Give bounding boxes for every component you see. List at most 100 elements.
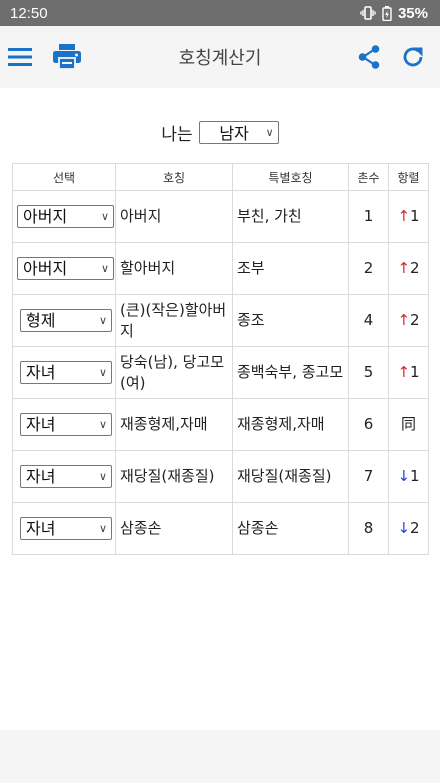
vibrate-icon <box>360 6 376 20</box>
relation-select-value: 자녀 <box>26 415 56 434</box>
generation-cell: ↓1 <box>388 450 429 503</box>
printer-icon <box>53 44 81 70</box>
chevron-down-icon: ∨ <box>100 210 109 223</box>
relation-select[interactable]: 아버지 ∨ <box>17 205 114 228</box>
degree-cell: 2 <box>348 242 389 295</box>
hamburger-menu-icon <box>8 48 32 66</box>
generation-level: 2 <box>410 311 420 329</box>
degree-cell: 5 <box>348 346 389 399</box>
gender-select[interactable]: 남자 ∨ <box>198 120 279 144</box>
special-title-cell: 재당질(재종질) <box>232 450 349 503</box>
degree-cell: 8 <box>348 502 389 555</box>
special-title-cell: 종조 <box>232 294 349 347</box>
gender-row: 나는 남자 ∨ <box>0 118 440 146</box>
title-cell: 당숙(남), 당고모(여) <box>115 346 233 399</box>
battery-level: 35% <box>397 4 428 22</box>
share-button[interactable] <box>355 26 383 88</box>
status-bar: 12:50 35% <box>0 0 440 26</box>
title-cell: 삼종손 <box>115 502 233 555</box>
relation-select-cell: 자녀 ∨ <box>12 346 116 399</box>
relation-select[interactable]: 자녀 ∨ <box>20 465 112 488</box>
generation-cell: ↑1 <box>388 346 429 399</box>
down-arrow-icon: ↓ <box>397 467 411 485</box>
generation-cell: ↑2 <box>388 294 429 347</box>
main-content: 나는 남자 ∨ 선택 호칭 특별호칭 촌수 항렬 아버지 ∨ 아버지 부친, 가… <box>0 88 440 730</box>
degree-cell: 6 <box>348 398 389 451</box>
chevron-down-icon: ∨ <box>98 314 107 327</box>
table-row: 아버지 ∨ 아버지 부친, 가친 1 ↑1 <box>12 190 429 243</box>
header-direction: 항렬 <box>388 163 429 191</box>
special-title-cell: 삼종손 <box>232 502 349 555</box>
refresh-icon <box>403 47 423 67</box>
generation-cell: 同 <box>388 398 429 451</box>
chevron-down-icon: ∨ <box>98 470 107 483</box>
generation-level: 同 <box>400 415 416 433</box>
special-title-cell: 종백숙부, 종고모 <box>232 346 349 399</box>
up-arrow-icon: ↑ <box>397 311 411 329</box>
relation-select[interactable]: 아버지 ∨ <box>17 257 114 280</box>
battery-icon <box>382 5 392 21</box>
relation-select[interactable]: 자녀 ∨ <box>20 517 112 540</box>
degree-cell: 7 <box>348 450 389 503</box>
relation-select-cell: 자녀 ∨ <box>12 450 116 503</box>
relation-select-cell: 자녀 ∨ <box>12 398 116 451</box>
generation-cell: ↓2 <box>388 502 429 555</box>
degree-cell: 1 <box>348 190 389 243</box>
generation-level: 1 <box>410 467 420 485</box>
special-title-cell: 조부 <box>232 242 349 295</box>
generation-cell: ↑2 <box>388 242 429 295</box>
relation-select-value: 아버지 <box>23 259 68 278</box>
relation-select-cell: 자녀 ∨ <box>12 502 116 555</box>
relation-select[interactable]: 자녀 ∨ <box>20 413 112 436</box>
table-header-row: 선택 호칭 특별호칭 촌수 항렬 <box>12 163 429 191</box>
generation-level: 1 <box>410 363 420 381</box>
menu-button[interactable] <box>0 26 40 88</box>
header-degree: 촌수 <box>348 163 389 191</box>
relation-select-value: 자녀 <box>26 363 56 382</box>
table-row: 자녀 ∨ 삼종손 삼종손 8 ↓2 <box>12 502 429 555</box>
relation-table: 선택 호칭 특별호칭 촌수 항렬 아버지 ∨ 아버지 부친, 가친 1 ↑1 아… <box>12 163 429 555</box>
title-cell: (큰)(작은)할아버지 <box>115 294 233 347</box>
generation-cell: ↑1 <box>388 190 429 243</box>
share-icon <box>358 45 380 69</box>
relation-select-cell: 아버지 ∨ <box>12 190 116 243</box>
title-cell: 할아버지 <box>115 242 233 295</box>
table-row: 아버지 ∨ 할아버지 조부 2 ↑2 <box>12 242 429 295</box>
title-cell: 재당질(재종질) <box>115 450 233 503</box>
chevron-down-icon: ∨ <box>98 522 107 535</box>
gender-select-value: 남자 <box>219 124 249 143</box>
table-row: 형제 ∨ (큰)(작은)할아버지 종조 4 ↑2 <box>12 294 429 347</box>
relation-select-value: 아버지 <box>23 207 68 226</box>
generation-level: 1 <box>410 207 420 225</box>
relation-select-cell: 아버지 ∨ <box>12 242 116 295</box>
header-select: 선택 <box>12 163 116 191</box>
print-button[interactable] <box>50 26 84 88</box>
chevron-down-icon: ∨ <box>98 366 107 379</box>
status-indicators: 35% <box>360 5 428 22</box>
relation-select[interactable]: 형제 ∨ <box>20 309 112 332</box>
title-cell: 아버지 <box>115 190 233 243</box>
relation-select-value: 자녀 <box>26 467 56 486</box>
bottom-bar <box>0 730 440 783</box>
chevron-down-icon: ∨ <box>265 125 274 139</box>
chevron-down-icon: ∨ <box>98 418 107 431</box>
degree-cell: 4 <box>348 294 389 347</box>
table-row: 자녀 ∨ 당숙(남), 당고모(여) 종백숙부, 종고모 5 ↑1 <box>12 346 429 399</box>
up-arrow-icon: ↑ <box>397 207 411 225</box>
down-arrow-icon: ↓ <box>397 519 411 537</box>
chevron-down-icon: ∨ <box>100 262 109 275</box>
up-arrow-icon: ↑ <box>397 363 411 381</box>
header-special: 특별호칭 <box>232 163 349 191</box>
generation-level: 2 <box>410 519 420 537</box>
generation-level: 2 <box>410 259 420 277</box>
relation-select-cell: 형제 ∨ <box>12 294 116 347</box>
gender-label: 나는 <box>161 124 193 145</box>
relation-select-value: 자녀 <box>26 519 56 538</box>
title-cell: 재종형제,자매 <box>115 398 233 451</box>
app-bar: 호칭계산기 <box>0 26 440 88</box>
table-row: 자녀 ∨ 재종형제,자매 재종형제,자매 6 同 <box>12 398 429 451</box>
table-row: 자녀 ∨ 재당질(재종질) 재당질(재종질) 7 ↓1 <box>12 450 429 503</box>
relation-select[interactable]: 자녀 ∨ <box>20 361 112 384</box>
header-title: 호칭 <box>115 163 233 191</box>
refresh-button[interactable] <box>398 26 428 88</box>
